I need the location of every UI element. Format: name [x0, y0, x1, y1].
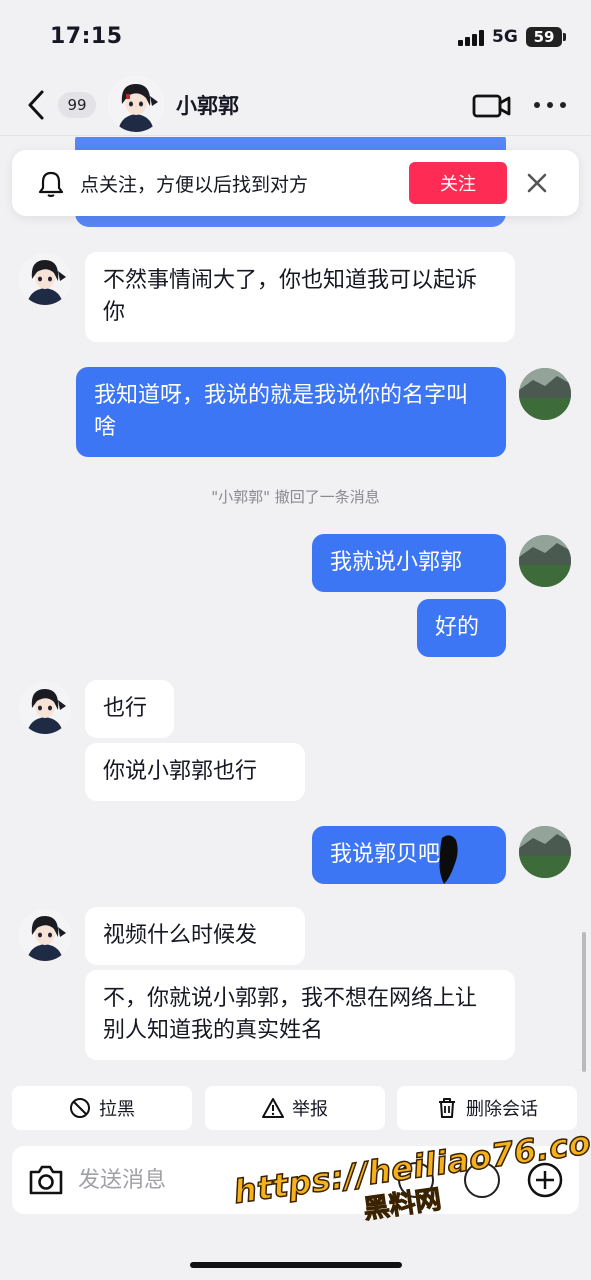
message-bubble[interactable]: 也行 — [85, 680, 174, 738]
conversation-actions: 拉黑 举报 删除会话 — [0, 1084, 591, 1132]
follow-banner: 点关注，方便以后找到对方 关注 — [12, 150, 579, 216]
block-button[interactable]: 拉黑 — [12, 1086, 192, 1130]
contact-avatar[interactable] — [19, 253, 71, 305]
back-icon[interactable] — [22, 88, 52, 122]
bell-icon — [38, 171, 64, 198]
my-avatar[interactable] — [519, 535, 571, 587]
report-button[interactable]: 举报 — [205, 1086, 385, 1130]
trash-icon — [439, 1098, 455, 1118]
message-bubble[interactable]: 不，你就说小郭郭，我不想在网络上让别人知道我的真实姓名 — [85, 970, 515, 1060]
warning-icon — [262, 1098, 284, 1118]
network-type: 5G — [492, 27, 518, 47]
message-bubble[interactable]: 视频什么时候发 — [85, 907, 305, 965]
report-label: 举报 — [292, 1099, 328, 1120]
redaction-mark — [439, 835, 458, 884]
follow-prompt-text: 点关注，方便以后找到对方 — [80, 174, 309, 196]
status-bar: 17:15 5G 59 — [0, 0, 591, 76]
my-avatar[interactable] — [519, 826, 571, 878]
close-icon[interactable] — [526, 172, 548, 194]
camera-icon[interactable] — [26, 1160, 66, 1200]
block-label: 拉黑 — [99, 1099, 135, 1120]
chat-header: 99 小郭郭 — [0, 76, 591, 136]
my-avatar[interactable] — [519, 368, 571, 420]
message-bubble[interactable]: 我知道呀，我说的就是我说你的名字叫啥 — [76, 367, 506, 457]
message-bubble[interactable]: 我说郭贝吧 — [312, 826, 506, 884]
unread-badge[interactable]: 99 — [58, 92, 96, 118]
delete-conversation-button[interactable]: 删除会话 — [397, 1086, 577, 1130]
delete-label: 删除会话 — [466, 1099, 538, 1120]
scrollbar[interactable] — [582, 932, 586, 1072]
video-call-icon[interactable] — [472, 92, 512, 120]
contact-name[interactable]: 小郭郭 — [176, 90, 239, 120]
contact-avatar[interactable] — [19, 682, 71, 734]
status-time: 17:15 — [50, 24, 123, 49]
home-indicator[interactable] — [190, 1262, 402, 1268]
block-icon — [70, 1098, 90, 1118]
recall-notice: "小郭郭" 撤回了一条消息 — [211, 488, 380, 506]
message-bubble[interactable]: 我就说小郭郭 — [312, 534, 506, 592]
message-bubble[interactable]: 不然事情闹大了，你也知道我可以起诉你 — [85, 252, 515, 342]
more-icon[interactable] — [534, 102, 568, 110]
message-bubble[interactable]: 好的 — [417, 599, 506, 657]
contact-avatar[interactable] — [108, 76, 164, 132]
message-bubble[interactable]: 你说小郭郭也行 — [85, 743, 305, 801]
battery-icon: 59 — [526, 27, 566, 47]
signal-icon — [458, 30, 486, 46]
follow-button[interactable]: 关注 — [409, 162, 507, 204]
chat-area[interactable]: 点关注，方便以后找到对方 关注 不然事情闹大了，你也知道我可以起诉你 我知道呀，… — [0, 137, 591, 1080]
contact-avatar[interactable] — [19, 909, 71, 961]
